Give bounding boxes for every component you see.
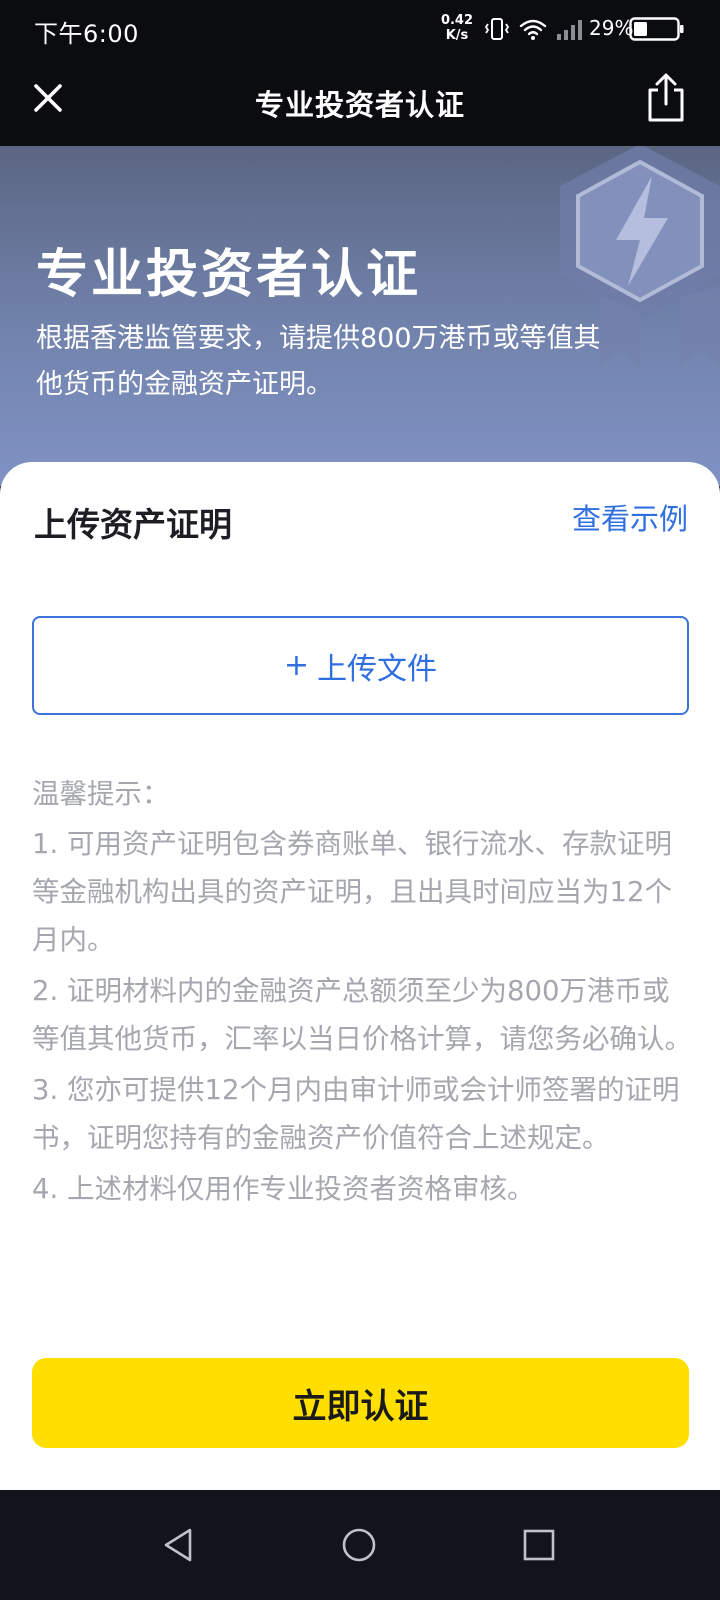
tips-section: 温馨提示： 1. 可用资产证明包含券商账单、银行流水、存款证明等金融机构出具的资… bbox=[32, 770, 692, 1280]
network-speed: 0.42 K/s bbox=[438, 13, 476, 43]
tip-item: 3. 您亦可提供12个月内由审计师或会计师签署的证明书，证明您持有的金融资产价值… bbox=[32, 1074, 680, 1154]
share-icon[interactable] bbox=[644, 72, 688, 124]
upload-file-button[interactable]: + 上传文件 bbox=[32, 616, 689, 715]
network-speed-unit: K/s bbox=[445, 28, 469, 43]
hero-title: 专业投资者认证 bbox=[36, 245, 422, 305]
hero-banner: 专业投资者认证 根据香港监管要求，请提供800万港币或等值其他货币的金融资产证明… bbox=[0, 146, 720, 486]
tip-item: 4. 上述材料仅用作专业投资者资格审核。 bbox=[32, 1173, 535, 1205]
status-time: 下午6:00 bbox=[34, 20, 139, 48]
tip-item: 2. 证明材料内的金融资产总额须至少为800万港币或等值其他货币，汇率以当日价格… bbox=[32, 975, 692, 1055]
wifi-icon bbox=[519, 19, 547, 40]
status-bar: 下午6:00 0.42 K/s 29% bbox=[0, 0, 720, 58]
certify-now-button[interactable]: 立即认证 bbox=[32, 1358, 689, 1448]
page-title: 专业投资者认证 bbox=[254, 88, 465, 122]
tip-item: 1. 可用资产证明包含券商账单、银行流水、存款证明等金融机构出具的资产证明，且出… bbox=[32, 828, 672, 956]
view-example-link[interactable]: 查看示例 bbox=[572, 496, 688, 538]
upload-section-title: 上传资产证明 bbox=[34, 505, 232, 544]
home-circle-icon[interactable] bbox=[340, 1526, 378, 1564]
upload-file-label: 上传文件 bbox=[317, 651, 438, 687]
system-navigation-bar bbox=[0, 1490, 720, 1600]
network-speed-value: 0.42 bbox=[440, 13, 474, 28]
signal-icon bbox=[557, 20, 582, 40]
battery-icon bbox=[629, 17, 684, 41]
battery-percentage: 29% bbox=[589, 16, 634, 40]
tips-heading: 温馨提示： bbox=[32, 778, 170, 810]
vibrate-icon bbox=[484, 18, 510, 40]
recent-apps-square-icon[interactable] bbox=[520, 1526, 558, 1564]
back-triangle-icon[interactable] bbox=[160, 1526, 198, 1564]
plus-icon: + bbox=[283, 648, 310, 683]
top-navigation-bar: 专业投资者认证 bbox=[0, 58, 720, 146]
upload-card: 上传资产证明 查看示例 + 上传文件 温馨提示： 1. 可用资产证明包含券商账单… bbox=[0, 462, 720, 1490]
hero-description: 根据香港监管要求，请提供800万港币或等值其他货币的金融资产证明。 bbox=[36, 323, 601, 400]
